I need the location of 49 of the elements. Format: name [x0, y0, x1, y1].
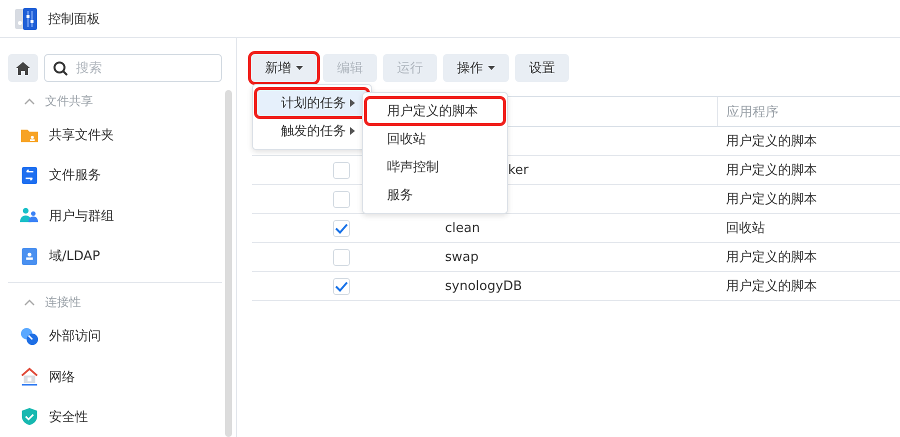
table-cell: 用户定义的脚本 — [726, 279, 817, 294]
section-title: 连接性 — [45, 294, 81, 312]
file-transfer-icon — [20, 166, 39, 185]
table-cell: 用户定义的脚本 — [726, 163, 817, 178]
home-button[interactable] — [8, 54, 38, 82]
table-cell: swap — [445, 250, 479, 264]
toolbar-button[interactable]: 设置 — [515, 54, 569, 82]
table-cell: synologyDB — [445, 278, 522, 294]
toolbar-button[interactable]: 操作 — [443, 54, 509, 82]
table-cell: 回收站 — [726, 221, 765, 236]
window-title: 控制面板 — [48, 10, 100, 28]
submenu-arrow-icon — [350, 99, 355, 107]
house-icon — [20, 367, 39, 386]
chevron-up-icon[interactable] — [24, 299, 35, 306]
home-icon — [16, 62, 30, 74]
scrollbar[interactable] — [225, 90, 232, 437]
table-cell: 用户定义的脚本 — [726, 250, 817, 265]
sidebar-item[interactable]: 安全性 — [49, 408, 88, 426]
table-cell: clean — [445, 220, 480, 236]
checkbox[interactable] — [332, 162, 350, 178]
contact-card-icon — [20, 246, 39, 266]
toolbar-button[interactable]: 新增 — [251, 54, 317, 82]
submenu-arrow-icon — [350, 127, 355, 135]
sidebar-item[interactable]: 文件服务 — [49, 166, 101, 184]
sidebar-item[interactable]: 共享文件夹 — [49, 126, 114, 144]
menu-item[interactable]: 服务 — [367, 183, 503, 207]
link-icon — [20, 326, 39, 346]
control-panel-icon — [14, 6, 38, 30]
sidebar-item[interactable]: 网络 — [49, 368, 75, 386]
shield-icon — [20, 407, 39, 426]
table-cell: ker — [508, 162, 528, 178]
sidebar-item[interactable]: 用户与群组 — [49, 206, 114, 225]
checkbox[interactable] — [332, 190, 350, 208]
menu-item[interactable]: 触发的任务 — [257, 118, 367, 144]
sidebar-item[interactable]: 域/LDAP — [49, 247, 100, 266]
menu-item[interactable]: 回收站 — [367, 127, 503, 151]
checkbox[interactable] — [332, 220, 350, 236]
sidebar-item[interactable]: 外部访问 — [49, 327, 101, 346]
section-title: 文件共享 — [45, 92, 93, 110]
menu-item[interactable]: 用户定义的脚本 — [367, 99, 503, 123]
menu-item[interactable]: 哔声控制 — [367, 155, 503, 179]
search-field[interactable]: 搜索 — [44, 54, 222, 82]
chevron-up-icon[interactable] — [24, 98, 35, 105]
menu-item[interactable]: 计划的任务 — [257, 90, 367, 116]
search-icon — [53, 61, 68, 76]
checkbox[interactable] — [332, 278, 350, 294]
checkbox[interactable] — [332, 248, 350, 266]
table-cell: 用户定义的脚本 — [726, 192, 817, 207]
table-cell: 用户定义的脚本 — [726, 134, 817, 149]
